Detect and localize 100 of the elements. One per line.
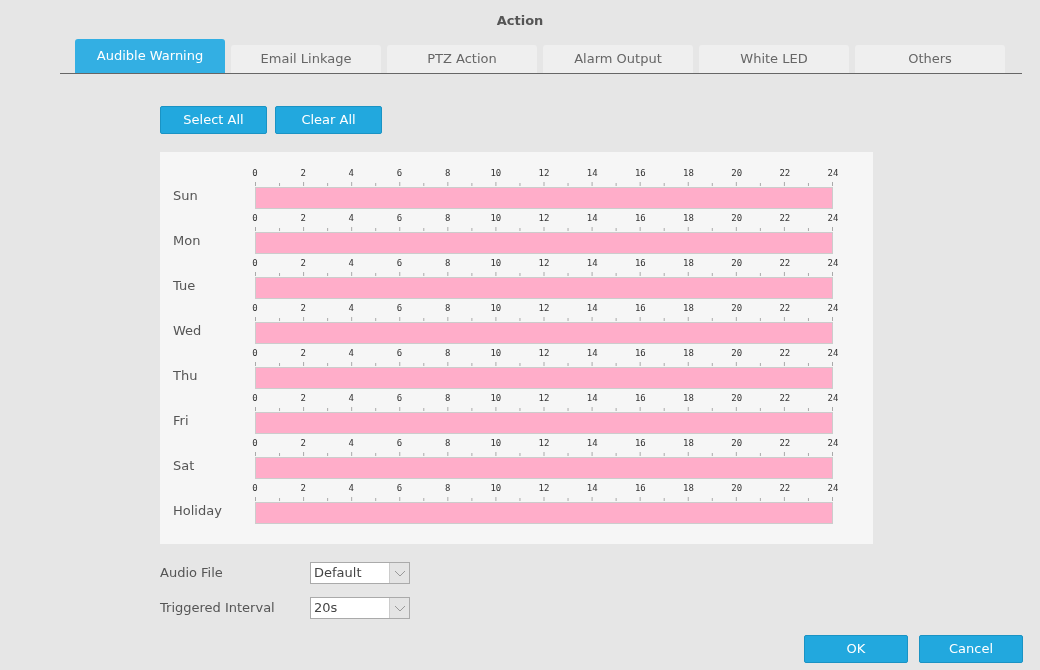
- cancel-button[interactable]: Cancel: [919, 635, 1023, 663]
- hour-label: 18: [683, 349, 694, 358]
- hour-label: 24: [827, 259, 839, 268]
- hour-label: 10: [490, 484, 502, 493]
- hour-label: 22: [779, 214, 791, 223]
- tab[interactable]: Email Linkage: [231, 45, 381, 73]
- hour-label: 22: [779, 439, 791, 448]
- hour-label: 12: [538, 439, 550, 448]
- hour-label: 18: [683, 304, 694, 313]
- ok-button[interactable]: OK: [804, 635, 908, 663]
- hour-label: 18: [683, 214, 694, 223]
- hour-label: 8: [444, 214, 451, 223]
- hour-label: 20: [731, 304, 743, 313]
- hour-label: 10: [490, 304, 502, 313]
- hour-label: 18: [683, 394, 694, 403]
- field-label: Audio File: [160, 564, 224, 583]
- hour-label: 2: [300, 304, 306, 313]
- hour-label: 12: [538, 349, 550, 358]
- hour-label: 22: [779, 304, 791, 313]
- hour-label: 12: [538, 394, 550, 403]
- hour-label: 8: [444, 169, 451, 178]
- hour-label: 12: [538, 304, 550, 313]
- hour-label: 14: [586, 304, 598, 313]
- hour-label: 4: [348, 169, 355, 178]
- hour-label: 22: [779, 349, 791, 358]
- clear-all-button[interactable]: Clear All: [275, 106, 382, 134]
- hour-label: 0: [252, 484, 258, 493]
- hour-label: 8: [444, 484, 451, 493]
- hour-label: 2: [300, 484, 306, 493]
- hour-label: 10: [490, 214, 502, 223]
- select-all-button[interactable]: Select All: [160, 106, 267, 134]
- dropdown[interactable]: 20s: [310, 597, 410, 619]
- hour-label: 2: [300, 259, 306, 268]
- hour-label: 16: [634, 484, 646, 493]
- tab[interactable]: Alarm Output: [543, 45, 693, 73]
- hour-label: 0: [252, 259, 258, 268]
- dropdown[interactable]: Default: [310, 562, 410, 584]
- hour-label: 16: [634, 214, 646, 223]
- hour-label: 22: [779, 394, 791, 403]
- hour-label: 2: [300, 349, 306, 358]
- day-label: Fri: [173, 413, 189, 428]
- hour-label: 16: [634, 169, 646, 178]
- hour-label: 20: [731, 214, 743, 223]
- day-label: Holiday: [173, 503, 222, 518]
- hour-label: 12: [538, 214, 550, 223]
- hour-label: 6: [396, 304, 403, 313]
- hour-label: 8: [444, 304, 451, 313]
- hour-label: 10: [490, 169, 502, 178]
- hour-label: 16: [634, 259, 646, 268]
- hour-label: 24: [827, 439, 839, 448]
- hour-label: 22: [779, 259, 791, 268]
- hour-label: 4: [348, 349, 355, 358]
- dialog-title: Action: [495, 12, 545, 31]
- hour-label: 16: [634, 304, 646, 313]
- hour-label: 14: [586, 259, 598, 268]
- hour-label: 20: [731, 484, 743, 493]
- hour-label: 4: [348, 484, 355, 493]
- tab[interactable]: White LED: [699, 45, 849, 73]
- hour-label: 24: [827, 484, 839, 493]
- hour-label: 6: [396, 394, 403, 403]
- hour-label: 2: [300, 394, 306, 403]
- hour-label: 10: [490, 349, 502, 358]
- hour-label: 2: [300, 439, 306, 448]
- hour-label: 14: [586, 439, 598, 448]
- tab[interactable]: PTZ Action: [387, 45, 537, 73]
- hour-label: 2: [300, 169, 306, 178]
- hour-label: 24: [827, 394, 839, 403]
- hour-label: 6: [396, 214, 403, 223]
- day-label: Wed: [173, 323, 202, 338]
- hour-label: 8: [444, 394, 451, 403]
- hour-label: 20: [731, 259, 743, 268]
- hour-label: 18: [683, 169, 694, 178]
- day-label: Thu: [173, 368, 198, 383]
- hour-label: 14: [586, 169, 598, 178]
- hour-label: 20: [731, 349, 743, 358]
- hour-label: 0: [252, 394, 258, 403]
- hour-label: 14: [586, 484, 598, 493]
- hour-label: 0: [252, 439, 258, 448]
- hour-label: 6: [396, 349, 403, 358]
- hour-label: 4: [348, 394, 355, 403]
- chevron-down-icon: [393, 569, 406, 577]
- hour-label: 10: [490, 439, 502, 448]
- hour-label: 20: [731, 169, 743, 178]
- hour-label: 22: [779, 484, 791, 493]
- hour-label: 6: [396, 169, 403, 178]
- tab[interactable]: Others: [855, 45, 1005, 73]
- hour-label: 6: [396, 439, 403, 448]
- hour-label: 4: [348, 259, 355, 268]
- hour-label: 14: [586, 349, 598, 358]
- hour-label: 18: [683, 439, 694, 448]
- field-label: Triggered Interval: [160, 599, 276, 618]
- hour-label: 20: [731, 439, 743, 448]
- hour-label: 0: [252, 169, 258, 178]
- day-label: Sun: [173, 188, 198, 203]
- hour-label: 20: [731, 394, 743, 403]
- hour-label: 8: [444, 259, 451, 268]
- hour-label: 0: [252, 349, 258, 358]
- hour-label: 14: [586, 214, 598, 223]
- hour-label: 10: [490, 394, 502, 403]
- chevron-down-icon: [393, 604, 406, 612]
